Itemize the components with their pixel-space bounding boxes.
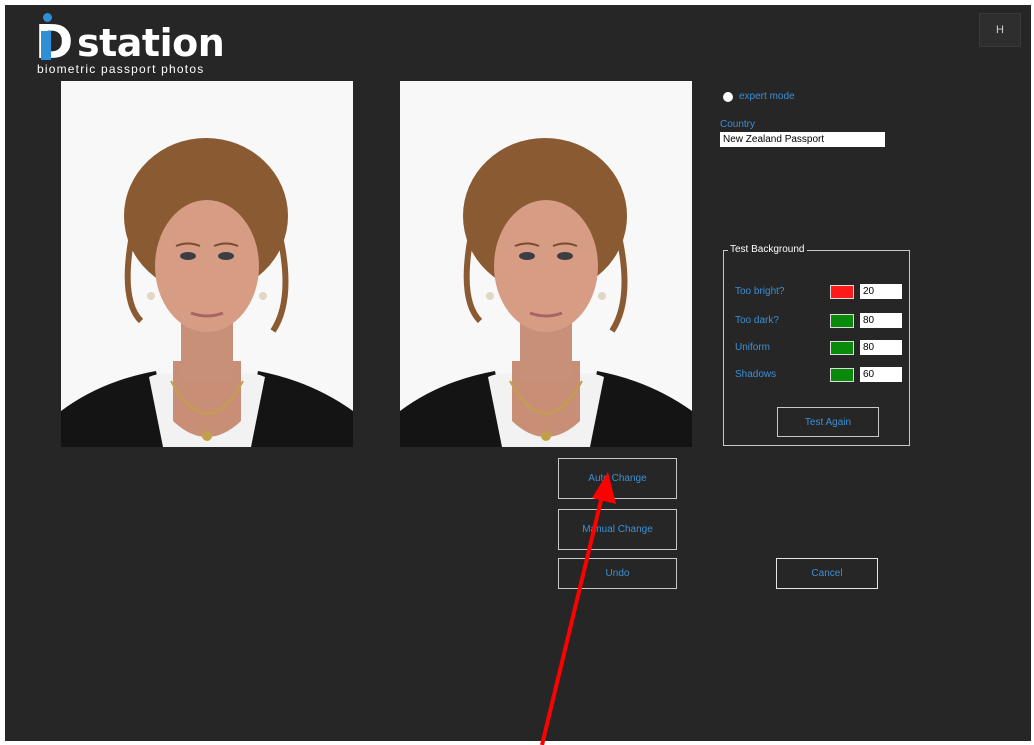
test-again-button[interactable]: Test Again xyxy=(777,407,879,437)
test-value: 60 xyxy=(860,367,902,382)
expert-mode-label: expert mode xyxy=(739,91,795,102)
help-button[interactable]: H xyxy=(979,13,1021,47)
logo-tagline: biometric passport photos xyxy=(37,62,205,76)
test-label: Uniform xyxy=(735,342,771,353)
cancel-button[interactable]: Cancel xyxy=(776,558,878,589)
test-label: Too bright? xyxy=(735,286,785,297)
test-row-too-dark: Too dark? 80 xyxy=(735,313,905,329)
annotation-arrow xyxy=(540,472,616,745)
app-window: D station biometric passport photos H ex… xyxy=(5,5,1031,741)
test-background-group: Test Background Too bright? 20 Too dark?… xyxy=(723,244,910,446)
portrait-image xyxy=(61,81,353,447)
test-label: Too dark? xyxy=(735,315,779,326)
country-label: Country xyxy=(720,119,756,130)
status-swatch xyxy=(830,341,854,355)
test-value: 20 xyxy=(860,284,902,299)
original-photo xyxy=(61,81,353,447)
test-row-too-bright: Too bright? 20 xyxy=(735,284,905,300)
test-label: Shadows xyxy=(735,369,777,380)
test-row-uniform: Uniform 80 xyxy=(735,340,905,356)
logo-i-dot xyxy=(43,13,52,22)
expert-mode-option[interactable]: expert mode xyxy=(723,91,795,102)
test-value: 80 xyxy=(860,313,902,328)
status-swatch xyxy=(830,285,854,299)
portrait-image xyxy=(400,81,692,447)
processed-photo xyxy=(400,81,692,447)
test-background-title: Test Background xyxy=(728,244,807,255)
test-row-shadows: Shadows 60 xyxy=(735,367,905,383)
test-value: 80 xyxy=(860,340,902,355)
country-field[interactable] xyxy=(720,132,885,147)
status-swatch xyxy=(830,314,854,328)
expert-mode-radio[interactable] xyxy=(723,91,733,102)
status-swatch xyxy=(830,368,854,382)
logo-wordmark: station xyxy=(77,21,225,65)
idstation-logo: D station biometric passport photos xyxy=(35,13,255,76)
logo-i-bar xyxy=(41,31,51,60)
